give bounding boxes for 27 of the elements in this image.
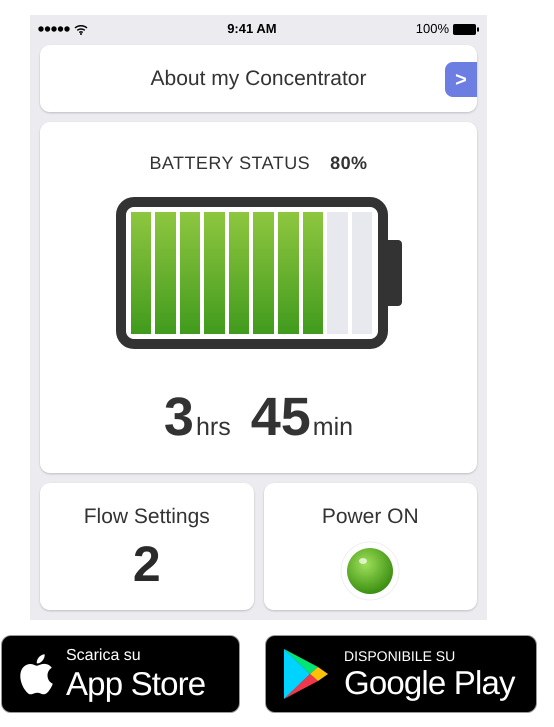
wifi-icon	[74, 24, 88, 34]
badge-store-name: Google Play	[344, 666, 515, 699]
about-title: About my Concentrator	[150, 66, 366, 92]
power-title: Power ON	[322, 504, 419, 530]
minutes-value: 45	[250, 386, 311, 449]
play-logo-icon	[282, 647, 330, 701]
flow-value: 2	[132, 538, 161, 588]
about-card[interactable]: About my Concentrator >	[40, 45, 477, 112]
app-store-badge[interactable]: Scarica su App Store	[1, 635, 240, 713]
chevron-button[interactable]: >	[445, 62, 477, 97]
apple-logo-icon	[18, 653, 54, 695]
battery-percent-value: 80%	[330, 152, 368, 175]
status-time: 9:41 AM	[227, 20, 277, 38]
hours-unit: hrs	[196, 412, 231, 443]
battery-percent: 100%	[416, 20, 449, 38]
battery-status-label: BATTERY STATUS	[149, 152, 310, 175]
badge-caption: DISPONIBILE SU	[344, 649, 456, 663]
badge-caption: Scarica su	[66, 648, 142, 664]
power-card[interactable]: Power ON	[264, 483, 477, 610]
flow-card[interactable]: Flow Settings 2	[40, 483, 254, 610]
badge-store-name: App Store	[66, 667, 206, 700]
battery-icon	[453, 24, 479, 34]
signal-icon	[38, 26, 70, 32]
hours-value: 3	[164, 386, 194, 449]
google-play-badge[interactable]: DISPONIBILE SU Google Play	[265, 635, 537, 713]
flow-title: Flow Settings	[84, 504, 210, 530]
minutes-unit: min	[312, 412, 354, 443]
